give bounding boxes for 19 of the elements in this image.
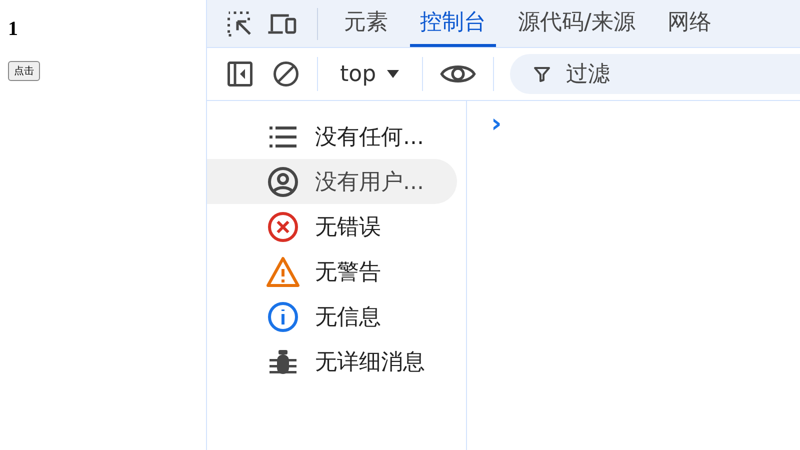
panel-tab[interactable]: 源代码/来源 bbox=[508, 0, 646, 47]
filter-field[interactable]: 过滤 bbox=[510, 54, 800, 94]
sidebar-item[interactable]: 没有用户... bbox=[207, 159, 457, 204]
filter-icon bbox=[532, 64, 552, 84]
clear-icon[interactable] bbox=[271, 59, 301, 89]
sidebar-item[interactable]: 无错误 bbox=[207, 204, 457, 249]
sidebar-item[interactable]: 没有任何... bbox=[207, 114, 457, 159]
panel-tab[interactable]: 网络 bbox=[657, 0, 722, 47]
page-heading: 1 bbox=[8, 18, 18, 41]
click-button[interactable]: 点击 bbox=[8, 61, 40, 81]
sidebar-toggle-icon[interactable] bbox=[225, 59, 255, 89]
prompt-chevron: › bbox=[491, 109, 502, 139]
panel-tab[interactable]: 控制台 bbox=[410, 0, 496, 47]
sidebar-item[interactable]: 无信息 bbox=[207, 294, 457, 339]
context-dropdown[interactable]: top bbox=[334, 60, 406, 88]
sidebar-item[interactable]: 无警告 bbox=[207, 249, 457, 294]
sidebar-item[interactable]: 无详细消息 bbox=[207, 339, 457, 384]
panel-tab[interactable]: 元素 bbox=[334, 0, 398, 47]
caret-icon bbox=[386, 69, 400, 79]
